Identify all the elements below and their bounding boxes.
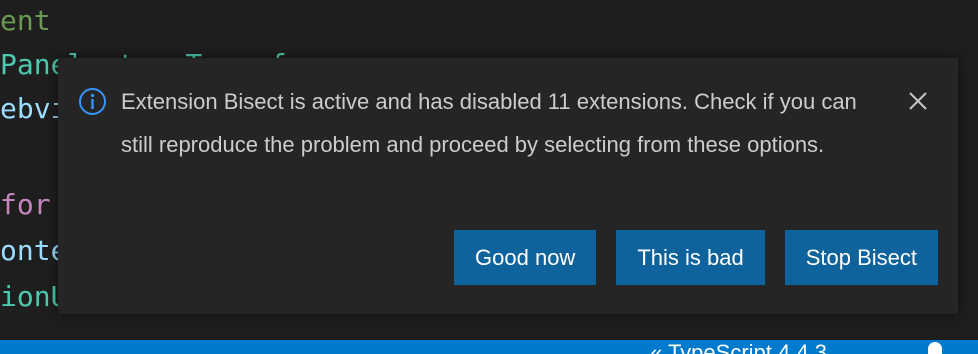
close-icon[interactable] bbox=[901, 84, 935, 118]
notification-message: Extension Bisect is active and has disab… bbox=[121, 89, 857, 157]
notification-actions: Good now This is bad Stop Bisect bbox=[454, 230, 938, 285]
status-bar: « TypeScript 4.4.3 bbox=[0, 340, 978, 354]
good-now-button[interactable]: Good now bbox=[454, 230, 597, 285]
this-is-bad-button[interactable]: This is bad bbox=[616, 230, 765, 285]
info-icon bbox=[79, 88, 106, 115]
language-status[interactable]: « TypeScript 4.4.3 bbox=[650, 342, 827, 354]
notification-bell-icon[interactable] bbox=[928, 342, 942, 354]
notification-toast: Extension Bisect is active and has disab… bbox=[58, 58, 958, 314]
stop-bisect-button[interactable]: Stop Bisect bbox=[784, 230, 938, 285]
code-line: ent bbox=[0, 4, 51, 37]
code-line: for bbox=[0, 188, 51, 221]
